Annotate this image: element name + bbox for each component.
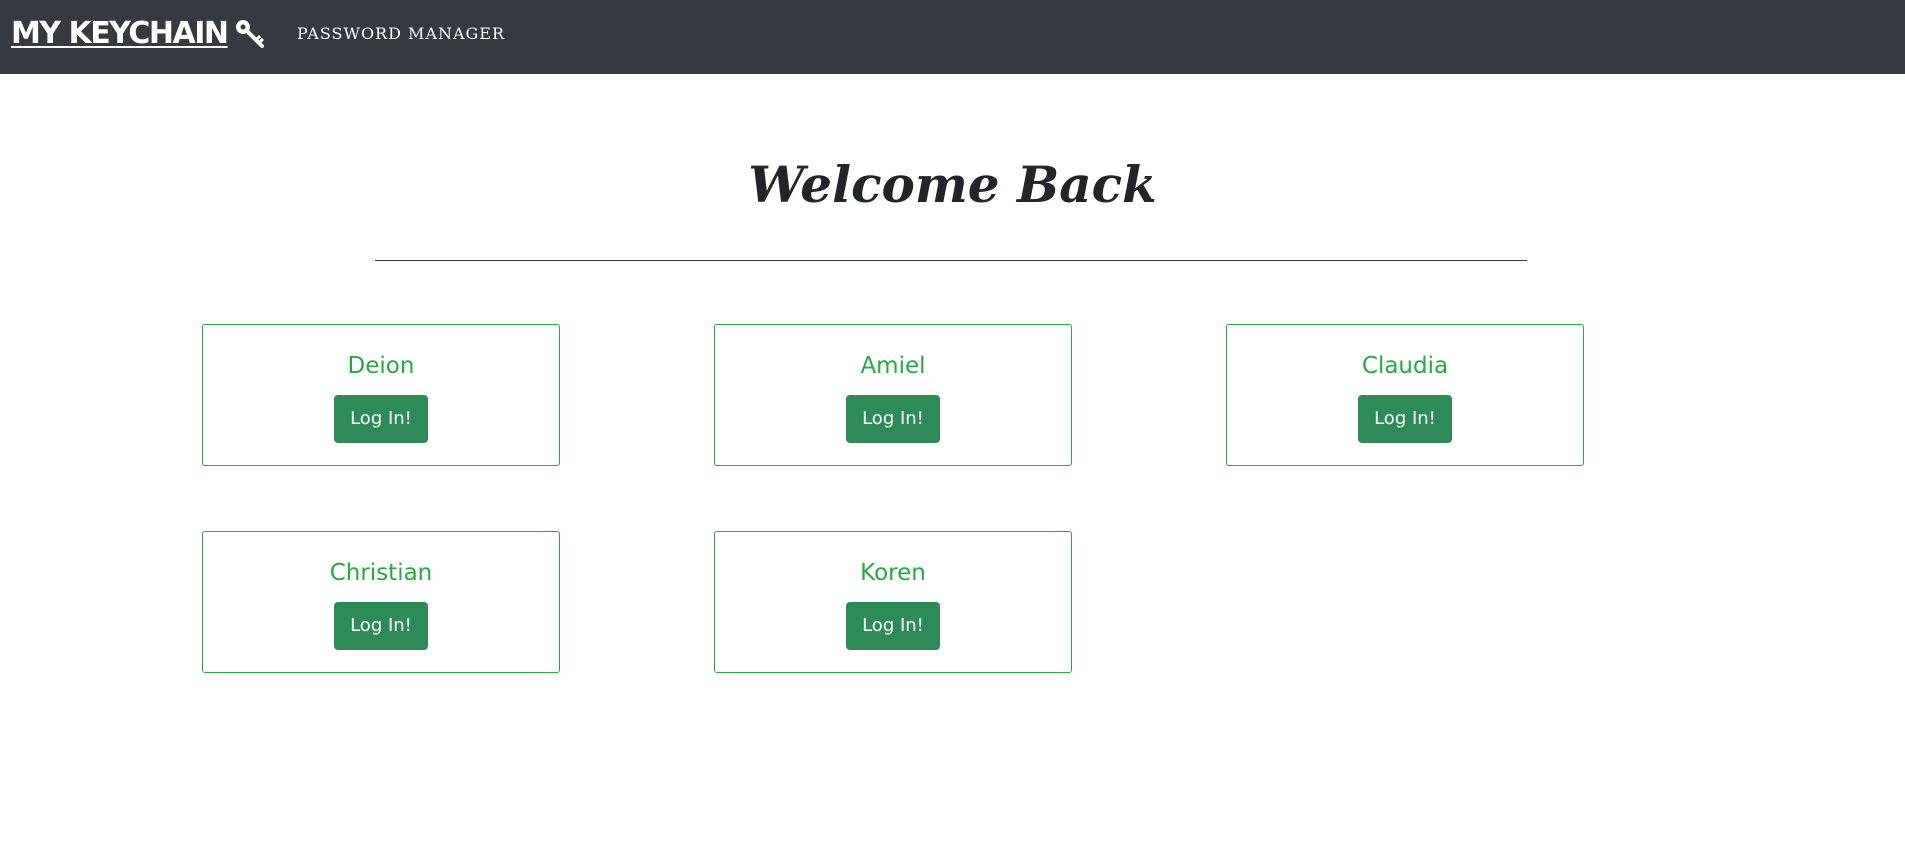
login-button-deion[interactable]: Log In! xyxy=(334,395,428,443)
login-button-christian[interactable]: Log In! xyxy=(334,602,428,650)
page-title: Welcome Back xyxy=(748,155,1157,214)
user-name: Christian xyxy=(329,560,433,586)
user-card-deion: Deion Log In! xyxy=(202,324,560,466)
login-button-claudia[interactable]: Log In! xyxy=(1358,395,1452,443)
user-name: Koren xyxy=(860,560,926,586)
brand-link[interactable]: MY KEYCHAIN xyxy=(11,14,266,54)
user-name: Claudia xyxy=(1361,353,1449,379)
brand-title: MY KEYCHAIN xyxy=(11,16,229,51)
user-name: Amiel xyxy=(860,353,926,379)
divider xyxy=(375,260,1527,261)
user-name: Deion xyxy=(347,353,415,379)
navbar-tagline: PASSWORD MANAGER xyxy=(297,24,506,43)
login-button-koren[interactable]: Log In! xyxy=(846,602,940,650)
user-card-christian: Christian Log In! xyxy=(202,531,560,673)
navbar: MY KEYCHAIN PASSWORD MANAGER xyxy=(0,0,1905,74)
user-card-amiel: Amiel Log In! xyxy=(714,324,1072,466)
login-button-amiel[interactable]: Log In! xyxy=(846,395,940,443)
key-icon xyxy=(234,18,266,50)
user-card-koren: Koren Log In! xyxy=(714,531,1072,673)
user-card-claudia: Claudia Log In! xyxy=(1226,324,1584,466)
